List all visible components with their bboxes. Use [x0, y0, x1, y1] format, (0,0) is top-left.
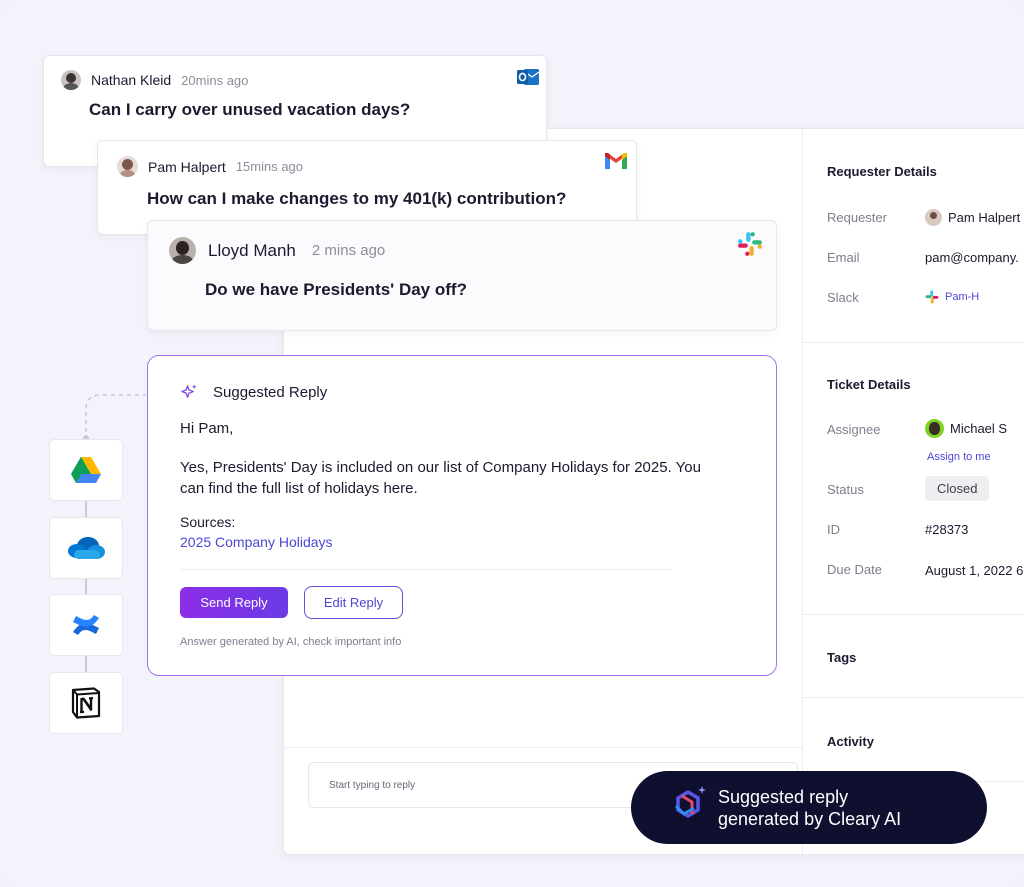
assignee-avatar: [925, 419, 944, 438]
suggested-reply-card: Suggested Reply Hi Pam, Yes, Presidents'…: [147, 355, 777, 676]
status-value[interactable]: Closed: [925, 476, 990, 501]
requester-avatar: [925, 209, 942, 226]
requester-name: Pam Halpert: [948, 210, 1021, 225]
section-divider: [803, 614, 1024, 615]
message-header: Nathan Kleid 20mins ago: [61, 70, 248, 90]
section-divider: [803, 697, 1024, 698]
suggested-reply-title: Suggested Reply: [213, 384, 328, 401]
source-link[interactable]: 2025 Company Holidays: [180, 534, 333, 550]
slack-icon: [738, 232, 762, 256]
tags-title: Tags: [827, 650, 857, 665]
message-header: Lloyd Manh 2 mins ago: [169, 237, 385, 264]
ai-disclaimer: Answer generated by AI, check important …: [180, 636, 402, 648]
cleary-logo-icon: [674, 786, 706, 818]
cleary-badge-line-2: generated by Cleary AI: [718, 809, 902, 829]
requester-label: Requester: [827, 210, 887, 225]
message-text: How can I make changes to my 401(k) cont…: [147, 189, 567, 208]
email-label: Email: [827, 250, 860, 265]
message-time: 20mins ago: [181, 72, 249, 88]
sender-name: Nathan Kleid: [91, 72, 172, 88]
canvas-background: Requester Details Requester Pam Halpert …: [0, 0, 1024, 887]
reply-divider: [180, 569, 672, 570]
reply-line-2: can find the full list of holidays here.: [180, 480, 418, 497]
reply-greeting: Hi Pam,: [180, 420, 234, 437]
id-value: #28373: [925, 522, 969, 537]
suggested-reply-header: Suggested Reply: [180, 383, 327, 402]
requester-value[interactable]: Pam Halpert: [925, 209, 1020, 226]
slack-value[interactable]: Pam-H: [925, 290, 979, 304]
slack-icon: [925, 290, 939, 304]
avatar: [117, 156, 138, 177]
confluence-icon: [73, 615, 99, 635]
outlook-icon: [517, 69, 539, 85]
due-date-value[interactable]: August 1, 2022 6:: [925, 563, 1024, 578]
assignee-label: Assignee: [827, 422, 881, 437]
avatar: [61, 70, 81, 90]
message-text: Can I carry over unused vacation days?: [89, 100, 411, 119]
sources-label: Sources:: [180, 514, 236, 530]
sender-name: Pam Halpert: [148, 158, 226, 175]
notion-tile[interactable]: [49, 672, 123, 734]
activity-title: Activity: [827, 734, 874, 749]
email-value[interactable]: pam@company.: [925, 250, 1019, 265]
sparkle-icon: [181, 384, 197, 398]
section-divider: [803, 342, 1024, 343]
confluence-tile[interactable]: [49, 594, 123, 656]
requester-details-title: Requester Details: [827, 164, 937, 179]
google-drive-icon: [71, 456, 101, 483]
google-drive-tile[interactable]: [49, 439, 123, 501]
edit-reply-button[interactable]: Edit Reply: [304, 586, 403, 619]
composer-divider: [284, 747, 802, 748]
notion-icon: [71, 687, 101, 719]
message-header: Pam Halpert 15mins ago: [117, 156, 303, 177]
onedrive-icon: [68, 537, 105, 559]
reply-line-1: Yes, Presidents' Day is included on our …: [180, 459, 701, 476]
connector-arrow: [85, 394, 146, 440]
ticket-details-title: Ticket Details: [827, 377, 911, 392]
status-label: Status: [827, 482, 864, 497]
details-sidebar: Requester Details Requester Pam Halpert …: [802, 129, 1024, 854]
message-card-lloyd[interactable]: Lloyd Manh 2 mins ago Do we have Preside…: [147, 220, 777, 331]
gmail-icon: [605, 153, 627, 169]
send-reply-button[interactable]: Send Reply: [180, 587, 288, 618]
avatar: [169, 237, 196, 264]
id-label: ID: [827, 522, 840, 537]
message-text: Do we have Presidents' Day off?: [205, 280, 467, 299]
message-time: 15mins ago: [235, 159, 304, 174]
slack-label: Slack: [827, 290, 859, 305]
assign-to-me-link[interactable]: Assign to me: [927, 451, 991, 463]
connector-line: [85, 500, 87, 518]
assignee-value[interactable]: Michael S: [925, 419, 1007, 438]
connector-line: [85, 655, 87, 673]
sender-name: Lloyd Manh: [208, 240, 296, 260]
cleary-badge-line-1: Suggested reply: [718, 787, 849, 807]
due-date-label: Due Date: [827, 562, 882, 577]
onedrive-tile[interactable]: [49, 517, 123, 579]
message-time: 2 mins ago: [311, 242, 386, 259]
cleary-ai-badge: Suggested reply generated by Cleary AI: [631, 771, 987, 844]
status-badge[interactable]: Closed: [925, 476, 990, 501]
cleary-badge-text: Suggested reply generated by Cleary AI: [718, 786, 901, 830]
assignee-name: Michael S: [950, 421, 1008, 436]
slack-handle: Pam-H: [945, 291, 980, 303]
